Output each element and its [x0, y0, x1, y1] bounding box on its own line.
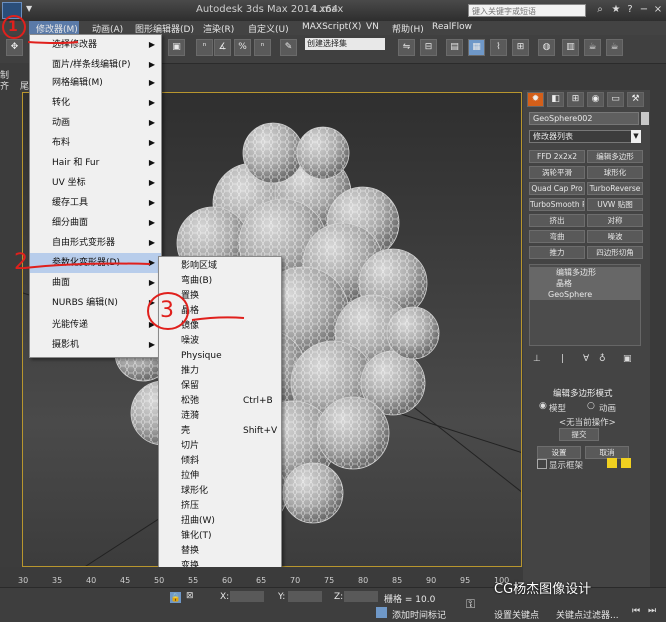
- modifier-set-button[interactable]: 挤出: [529, 214, 585, 227]
- timeline-tick-label: 95: [460, 576, 471, 585]
- x-field[interactable]: [230, 591, 264, 602]
- timeline-tick-label: 35: [52, 576, 63, 585]
- motion-tab-icon[interactable]: ◉: [587, 92, 604, 107]
- cage-color-swatch-1[interactable]: [607, 458, 617, 468]
- absolute-mode-icon[interactable]: ⊠: [186, 591, 194, 601]
- right-edge-strip: [650, 90, 666, 590]
- radio-anim[interactable]: ○: [587, 401, 595, 411]
- create-tab-icon[interactable]: ✹: [527, 92, 544, 107]
- stack-item-lattice[interactable]: 晶格: [530, 278, 640, 289]
- modifier-set-button[interactable]: 四边形切角: [587, 246, 643, 259]
- modifier-set-button[interactable]: 推力: [529, 246, 585, 259]
- modify-tab-icon[interactable]: ◧: [547, 92, 564, 107]
- object-name-field[interactable]: GeoSphere002: [529, 112, 639, 125]
- timeline-tick-label: 90: [426, 576, 437, 585]
- modifier-set-button[interactable]: TurboReverse: [587, 182, 643, 195]
- current-operation: <无当前操作>: [559, 418, 616, 428]
- show-end-result-icon[interactable]: |: [561, 354, 564, 364]
- set-key-button[interactable]: 设置关键点: [494, 608, 539, 621]
- modifier-set-button[interactable]: 噪波: [587, 230, 643, 243]
- modifier-set-button[interactable]: Quad Cap Pro: [529, 182, 585, 195]
- configure-sets-icon[interactable]: ▣: [623, 354, 632, 364]
- key-icon[interactable]: ⚿: [466, 597, 475, 612]
- radio-anim-label: 动画: [599, 404, 617, 414]
- pin-stack-icon[interactable]: ⊥: [533, 354, 541, 364]
- show-cage-label: 显示框架: [549, 461, 584, 471]
- settings-button[interactable]: 设置: [537, 446, 581, 459]
- timeline-tick-label: 60: [222, 576, 233, 585]
- modifier-set-button[interactable]: 对称: [587, 214, 643, 227]
- prev-frame-icon[interactable]: ⏮: [632, 606, 640, 616]
- stack-item-edit-poly[interactable]: 编辑多边形: [530, 267, 640, 278]
- radio-model-label: 模型: [549, 404, 567, 414]
- timeline-tick-label: 75: [324, 576, 335, 585]
- annotation-1: 1: [8, 19, 18, 35]
- cage-color-swatch-2[interactable]: [621, 458, 631, 468]
- modifier-set-button[interactable]: UVW 贴图: [587, 198, 643, 211]
- show-cage-checkbox[interactable]: [537, 459, 547, 469]
- add-time-tag[interactable]: 添加时间标记: [392, 608, 446, 621]
- lock-icon[interactable]: 🔒: [170, 592, 181, 603]
- timeline[interactable]: 30 35 40 45 50 55 60 65 70 75 80 85 90 95 100: [0, 567, 523, 587]
- timeline-tick-label: 55: [188, 576, 199, 585]
- y-field[interactable]: [288, 591, 322, 602]
- modifier-set-button[interactable]: TurboSmooth Pro: [529, 198, 585, 211]
- display-tab-icon[interactable]: ▭: [607, 92, 624, 107]
- modifier-set-button[interactable]: FFD 2x2x2: [529, 150, 585, 163]
- timeline-tick-label: 50: [154, 576, 165, 585]
- modifier-set-button[interactable]: 弯曲: [529, 230, 585, 243]
- timeline-tick-label: 70: [290, 576, 301, 585]
- utilities-tab-icon[interactable]: ⚒: [627, 92, 644, 107]
- timeline-tick-label: 45: [120, 576, 131, 585]
- key-filters-button[interactable]: 关键点过滤器...: [556, 608, 619, 621]
- next-frame-icon[interactable]: ⏭: [648, 606, 656, 616]
- grid-size: 栅格 = 10.0: [384, 595, 436, 605]
- make-unique-icon[interactable]: ∀: [583, 354, 589, 364]
- z-label: Z:: [334, 592, 344, 602]
- annotation-3: 3: [160, 298, 174, 323]
- modifier-list-dropdown[interactable]: 修改器列表: [529, 130, 641, 143]
- timeline-tick-label: 65: [256, 576, 267, 585]
- remove-modifier-icon[interactable]: ♁: [599, 354, 606, 364]
- rollout-title[interactable]: 编辑多边形模式: [553, 387, 613, 399]
- modifier-set-button[interactable]: 球形化: [587, 166, 643, 179]
- annotation-2: 2: [14, 250, 28, 275]
- timeline-tick-label: 80: [358, 576, 369, 585]
- radio-model[interactable]: ◉: [539, 401, 547, 411]
- time-tag-icon[interactable]: [376, 607, 387, 618]
- chevron-down-icon[interactable]: ▼: [631, 130, 641, 143]
- modifier-set-button[interactable]: 涡轮平滑: [529, 166, 585, 179]
- watermark: CG杨杰图像设计: [494, 582, 592, 597]
- timeline-tick-label: 40: [86, 576, 97, 585]
- timeline-tick-label: 85: [392, 576, 403, 585]
- z-field[interactable]: [344, 591, 378, 602]
- modifier-stack[interactable]: 编辑多边形 晶格 GeoSphere: [529, 264, 641, 346]
- x-label: X:: [220, 592, 230, 602]
- y-label: Y:: [278, 592, 286, 602]
- commit-button[interactable]: 提交: [559, 428, 599, 441]
- stack-item-geosphere[interactable]: GeoSphere: [530, 289, 640, 300]
- object-color-swatch[interactable]: [641, 112, 649, 125]
- command-panel: ✹ ◧ ⊞ ◉ ▭ ⚒ GeoSphere002 修改器列表 ▼ FFD 2x2…: [523, 90, 650, 590]
- modifier-set-button[interactable]: 编辑多边形: [587, 150, 643, 163]
- timeline-tick-label: 30: [18, 576, 29, 585]
- hierarchy-tab-icon[interactable]: ⊞: [567, 92, 584, 107]
